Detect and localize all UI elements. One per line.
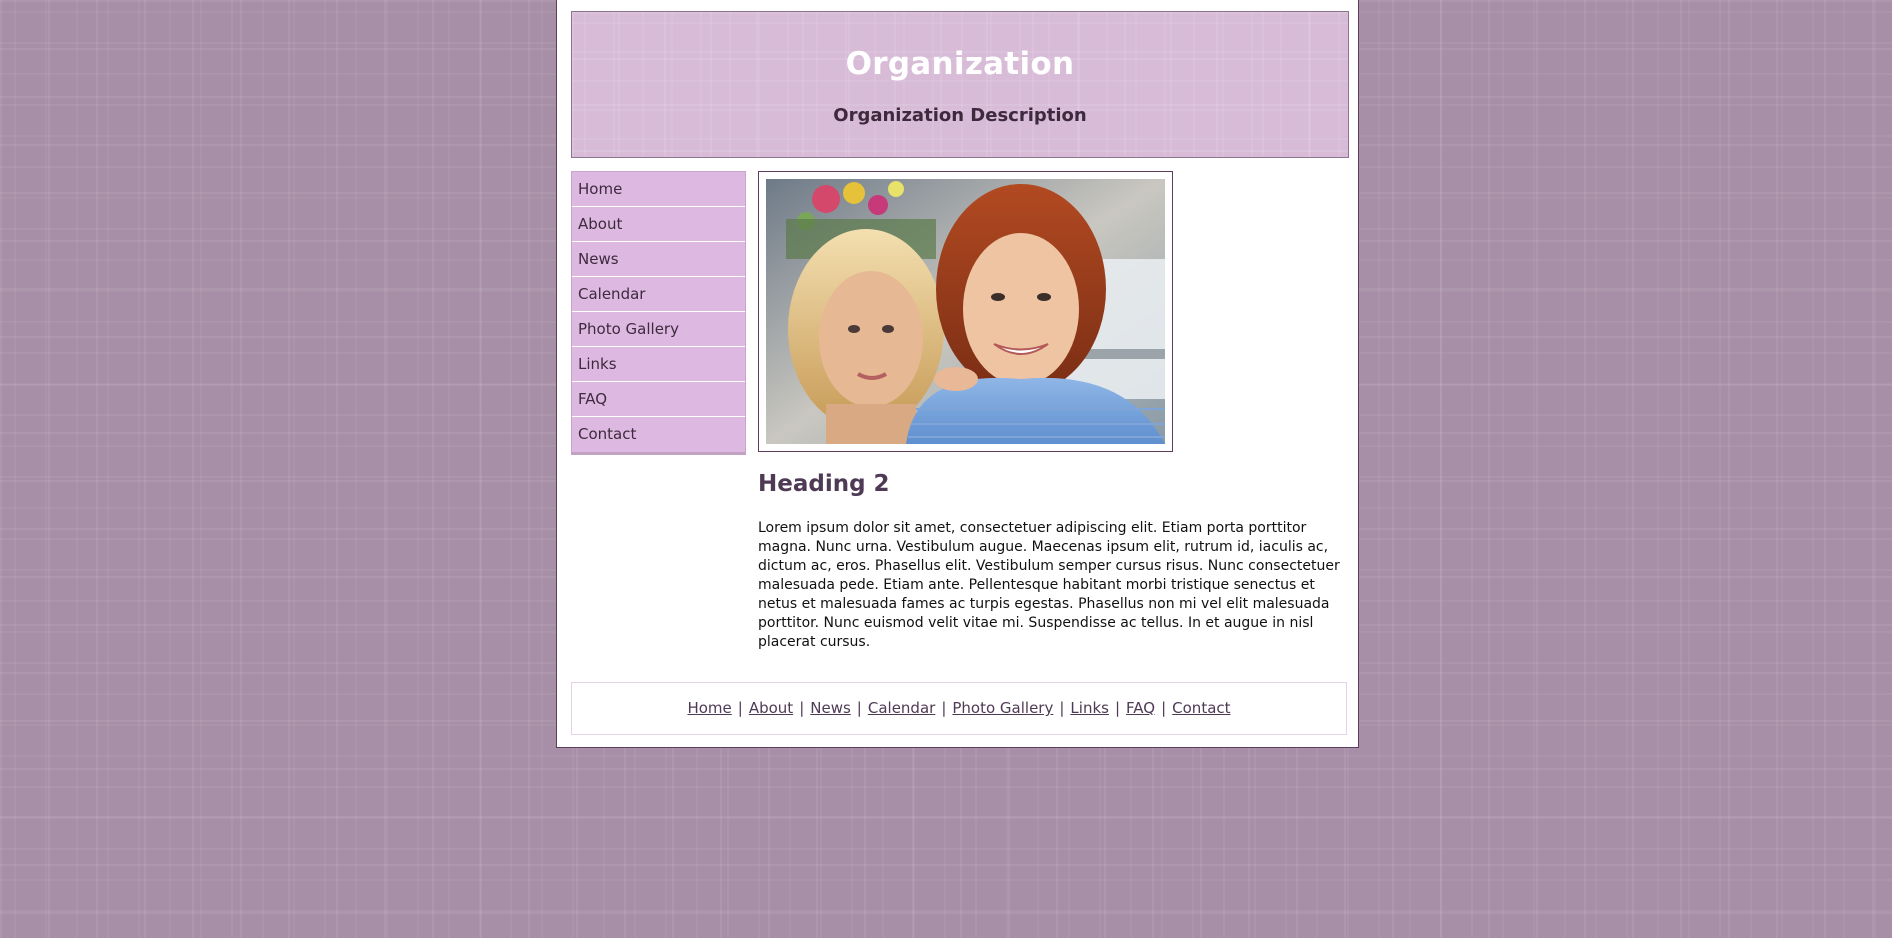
sidebar-item-about[interactable]: About — [572, 207, 745, 242]
sidebar-item-calendar[interactable]: Calendar — [572, 277, 745, 312]
content-heading: Heading 2 — [758, 471, 890, 497]
footer-separator: | — [1161, 699, 1167, 717]
sidebar-nav: Home About News Calendar Photo Gallery L… — [571, 171, 746, 455]
sidebar-item-photo-gallery[interactable]: Photo Gallery — [572, 312, 745, 347]
footer-separator: | — [1114, 699, 1121, 717]
footer-separator: | — [856, 699, 862, 717]
footer-link-calendar[interactable]: Calendar — [868, 699, 935, 717]
organization-description: Organization Description — [833, 105, 1087, 126]
footer-separator: | — [737, 699, 743, 717]
footer-link-photo-gallery[interactable]: Photo Gallery — [952, 699, 1053, 717]
featured-photo — [766, 179, 1165, 444]
footer-link-home[interactable]: Home — [687, 699, 731, 717]
footer-link-contact[interactable]: Contact — [1172, 699, 1230, 717]
footer-link-about[interactable]: About — [749, 699, 793, 717]
sidebar-item-home[interactable]: Home — [572, 172, 745, 207]
content-paragraph: Lorem ipsum dolor sit amet, consectetuer… — [758, 520, 1340, 650]
footer-nav: Home | About | News | Calendar | Photo Gallery | L… — [571, 682, 1347, 735]
footer-link-news[interactable]: News — [810, 699, 851, 717]
footer-separator: | — [941, 699, 947, 717]
page-container: Organization Organization Description Ho… — [556, 0, 1359, 748]
sidebar-item-links[interactable]: Links — [572, 347, 745, 382]
sidebar-item-faq[interactable]: FAQ — [572, 382, 745, 417]
footer-separator: | — [1059, 699, 1065, 717]
sidebar-item-contact[interactable]: Contact — [572, 417, 745, 452]
sidebar-item-news[interactable]: News — [572, 242, 745, 277]
footer-link-faq[interactable]: FAQ — [1126, 699, 1155, 717]
site-header: Organization Organization Description — [571, 11, 1349, 158]
footer-separator: | — [799, 699, 805, 717]
footer-link-links[interactable]: Links — [1070, 699, 1109, 717]
organization-title: Organization — [845, 46, 1075, 82]
featured-photo-frame — [758, 171, 1173, 452]
